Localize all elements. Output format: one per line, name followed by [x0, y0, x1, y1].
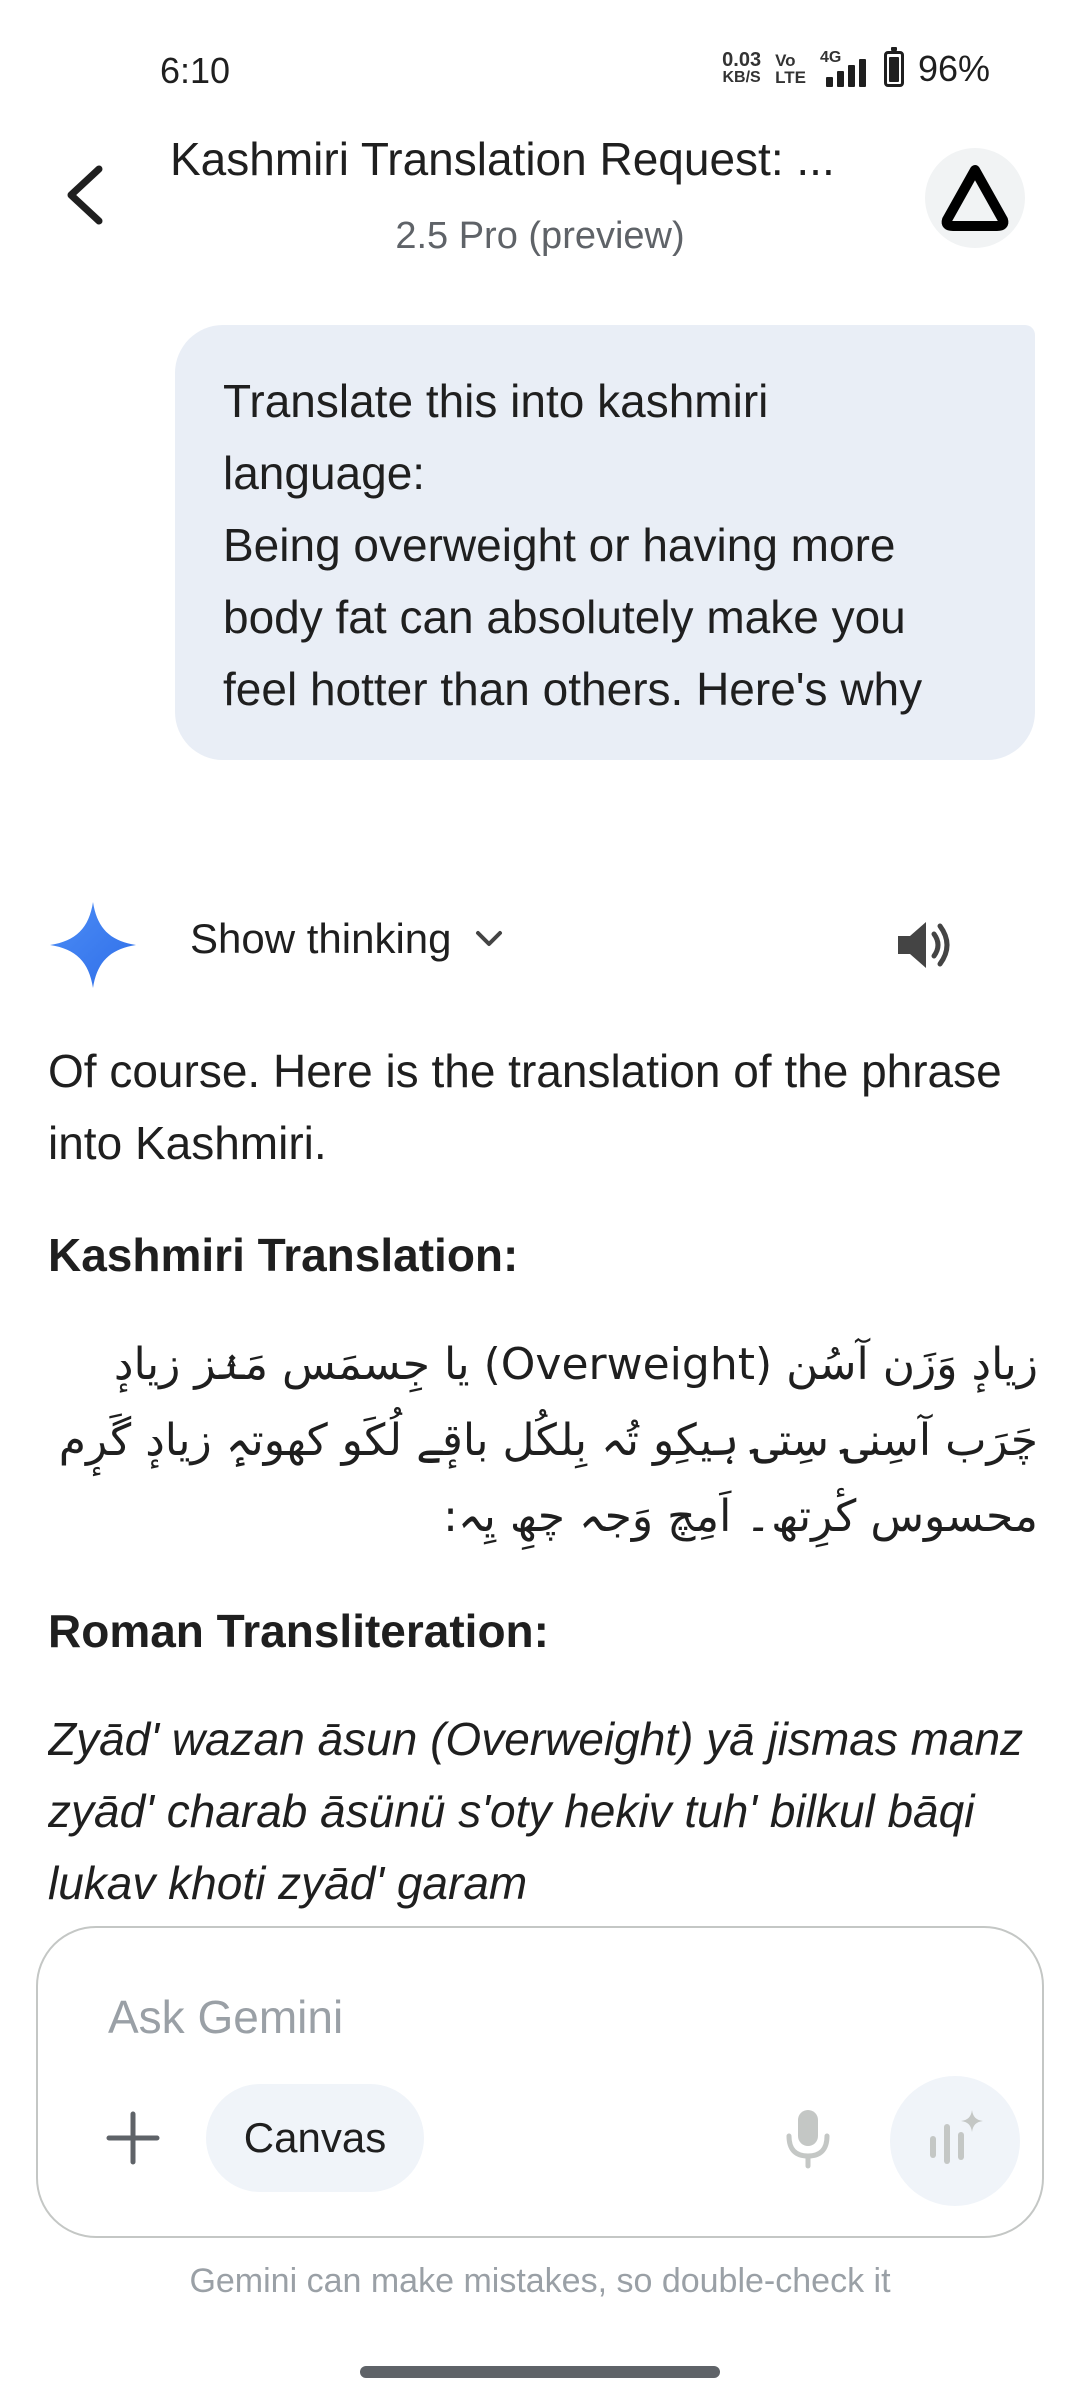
- network-speed-value: 0.03: [722, 49, 762, 71]
- account-logo-icon: [941, 165, 1009, 231]
- kashmiri-heading: Kashmiri Translation:: [48, 1229, 519, 1281]
- chevron-left-icon: [67, 165, 103, 225]
- cell-signal-icon: 4G: [820, 49, 870, 89]
- read-aloud-button[interactable]: [890, 910, 960, 980]
- user-message-text: Translate this into kashmiri language: B…: [223, 375, 923, 715]
- status-bar: 6:10 0.03 KB/S Vo LTE 4G 96%: [0, 0, 1080, 140]
- plus-icon: [106, 2111, 160, 2165]
- gemini-spark-icon: [50, 902, 136, 988]
- add-attachment-button[interactable]: [93, 2098, 173, 2178]
- volte-icon: Vo LTE: [775, 52, 806, 86]
- model-name[interactable]: 2.5 Pro (preview): [170, 215, 910, 258]
- canvas-button[interactable]: Canvas: [206, 2084, 424, 2192]
- disclaimer-text: Gemini can make mistakes, so double-chec…: [189, 2262, 891, 2300]
- roman-heading: Roman Transliteration:: [48, 1605, 549, 1657]
- home-indicator[interactable]: [360, 2366, 720, 2378]
- live-waveform-icon: [930, 2110, 983, 2164]
- battery-fill: [888, 57, 899, 82]
- gemini-live-button[interactable]: [890, 2076, 1020, 2206]
- network-speed-unit: KB/S: [722, 69, 761, 86]
- model-response: Of course. Here is the translation of th…: [48, 1035, 1038, 1915]
- signal-bars: [825, 59, 866, 87]
- response-intro: Of course. Here is the translation of th…: [48, 1045, 1002, 1169]
- roman-text: Zyād' wazan āsun (Overweight) yā jismas …: [48, 1713, 1024, 1909]
- account-avatar[interactable]: [925, 148, 1025, 248]
- chevron-down-icon: [475, 931, 502, 946]
- status-time: 6:10: [160, 50, 231, 91]
- kashmiri-text: زیادٕ وَزَن آسُن (Overweight) یا جِسمَس …: [58, 1339, 1038, 1542]
- speaker-icon: [898, 922, 950, 968]
- status-icons: 0.03 KB/S Vo LTE 4G 96%: [722, 47, 990, 90]
- user-message-bubble[interactable]: Translate this into kashmiri language: B…: [175, 325, 1035, 760]
- show-thinking-label: Show thinking: [190, 915, 452, 962]
- conversation-title[interactable]: Kashmiri Translation Request: ...: [170, 132, 910, 186]
- gemini-chat-screen: 6:10 0.03 KB/S Vo LTE 4G 96% Kashmiri Tr…: [0, 0, 1080, 2400]
- microphone-button[interactable]: [768, 2098, 848, 2178]
- back-button[interactable]: [50, 160, 120, 230]
- network-speed: 0.03 KB/S: [722, 49, 762, 87]
- volte-top: Vo: [775, 51, 796, 70]
- microphone-icon: [786, 2110, 830, 2169]
- prompt-input[interactable]: Ask Gemini: [108, 1990, 343, 2044]
- prompt-composer[interactable]: Ask Gemini Canvas: [36, 1926, 1044, 2238]
- battery-percent: 96%: [917, 48, 990, 89]
- battery-icon: [883, 47, 904, 87]
- show-thinking-toggle[interactable]: Show thinking: [190, 915, 504, 963]
- volte-bottom: LTE: [775, 68, 806, 87]
